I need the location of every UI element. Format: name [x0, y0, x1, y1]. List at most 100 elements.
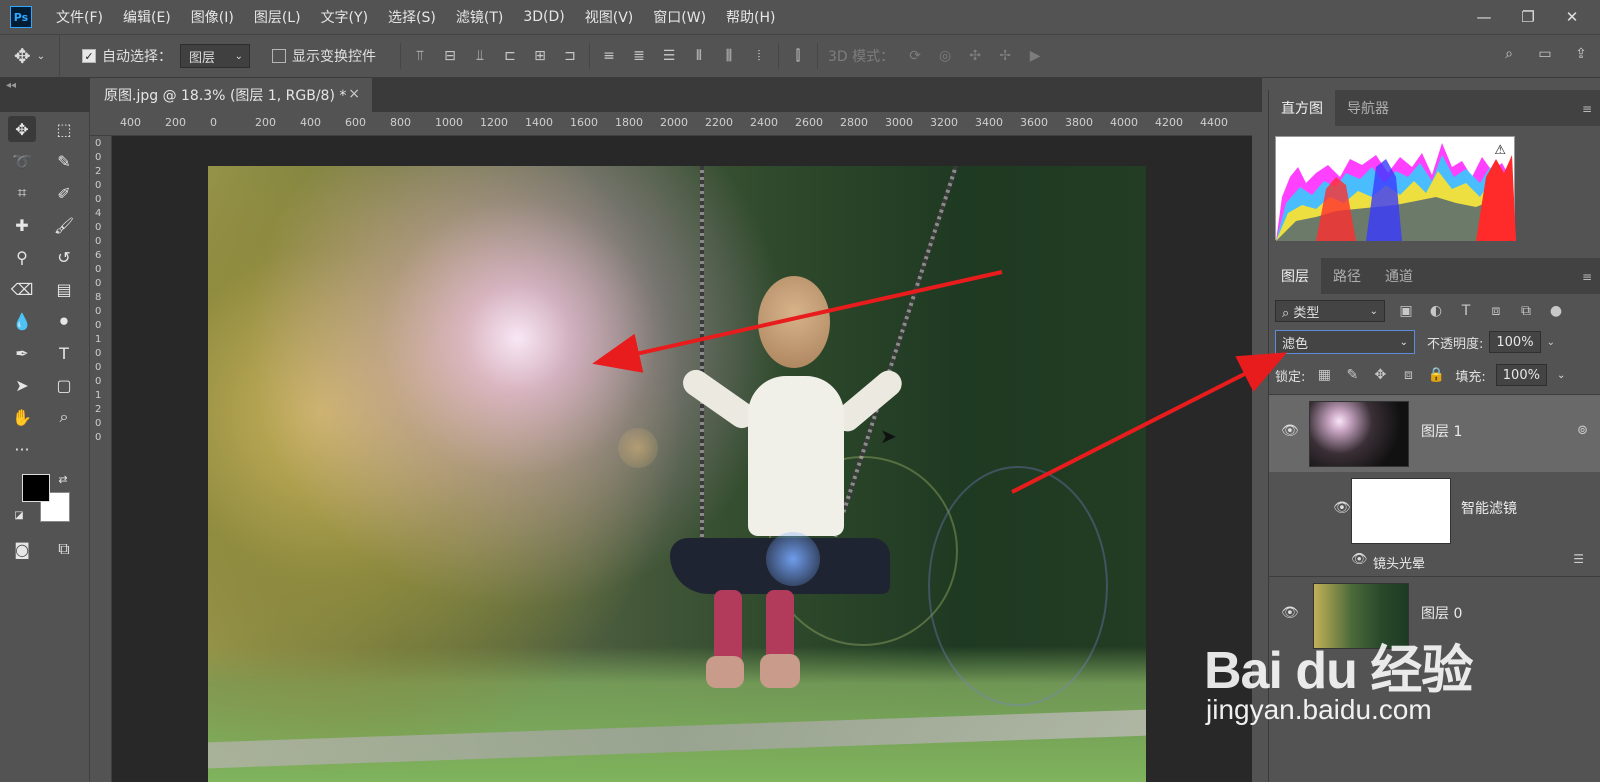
blend-mode-select[interactable]: 滤色 ⌄ — [1275, 330, 1415, 354]
document-tab[interactable]: 原图.jpg @ 18.3% (图层 1, RGB/8) * × — [90, 78, 372, 112]
filter-type-icon[interactable]: T — [1457, 302, 1475, 320]
tab-histogram[interactable]: 直方图 — [1269, 90, 1335, 126]
eraser-tool-icon[interactable]: ⌫ — [8, 276, 36, 302]
tab-channels[interactable]: 通道 — [1373, 258, 1425, 294]
minimize-icon[interactable]: — — [1462, 0, 1506, 34]
auto-align-icon[interactable]: ⫿ — [789, 47, 807, 65]
lock-paint-icon[interactable]: ✎ — [1343, 366, 1361, 384]
fill-chevron-icon[interactable]: ⌄ — [1557, 370, 1565, 381]
filter-options-icon[interactable]: ☰ — [1573, 552, 1584, 566]
menu-image[interactable]: 图像(I) — [191, 7, 234, 27]
clone-stamp-icon[interactable]: ⚲ — [8, 244, 36, 270]
workspace-icon[interactable]: ▭ — [1536, 45, 1554, 63]
lock-artboard-icon[interactable]: ⧈ — [1399, 366, 1417, 384]
close-window-icon[interactable]: ✕ — [1550, 0, 1594, 34]
restore-icon[interactable]: ❐ — [1506, 0, 1550, 34]
brush-tool-icon[interactable]: 🖌 — [50, 212, 78, 238]
blur-tool-icon[interactable]: 💧 — [8, 308, 36, 334]
auto-select-checkbox[interactable]: ✓ — [82, 49, 96, 63]
hand-tool-icon[interactable]: ✋ — [8, 404, 36, 430]
fill-input[interactable]: 100% — [1495, 364, 1547, 386]
tab-layers[interactable]: 图层 — [1269, 258, 1321, 294]
collapse-toolbar-icon[interactable]: ◂◂ — [6, 80, 16, 91]
type-tool-icon[interactable]: T — [50, 340, 78, 366]
crop-tool-icon[interactable]: ⌗ — [8, 180, 36, 206]
camera-3d-icon[interactable]: ▶ — [1026, 47, 1044, 65]
menu-type[interactable]: 文字(Y) — [321, 7, 368, 27]
distribute-hcenter-icon[interactable]: ⫼ — [720, 47, 738, 65]
align-top-icon[interactable]: ⫪ — [411, 47, 429, 65]
tab-paths[interactable]: 路径 — [1321, 258, 1373, 294]
default-colors-icon[interactable]: ◪ — [10, 506, 28, 524]
menu-3d[interactable]: 3D(D) — [523, 9, 564, 25]
filter-shape-icon[interactable]: ⧈ — [1487, 302, 1505, 320]
quick-mask-icon[interactable]: ◙ — [8, 536, 36, 562]
gradient-tool-icon[interactable]: ▤ — [50, 276, 78, 302]
share-icon[interactable]: ⇪ — [1572, 45, 1590, 63]
quick-select-tool-icon[interactable]: ✎ — [50, 148, 78, 174]
menu-view[interactable]: 视图(V) — [585, 7, 634, 27]
align-hcenter-icon[interactable]: ⊞ — [531, 47, 549, 65]
tab-navigator[interactable]: 导航器 — [1335, 90, 1401, 126]
visibility-eye-icon[interactable]: 👁 — [1333, 500, 1351, 516]
layer-row-1[interactable]: 👁 图层 1 ⊚ — [1269, 394, 1600, 472]
filter-entry-row[interactable]: 👁 镜头光晕 ☰ — [1269, 548, 1600, 576]
close-icon[interactable]: × — [348, 86, 360, 102]
lock-position-icon[interactable]: ✥ — [1371, 366, 1389, 384]
visibility-eye-icon[interactable]: 👁 — [1281, 423, 1299, 439]
opacity-chevron-icon[interactable]: ⌄ — [1547, 337, 1555, 348]
marquee-tool-icon[interactable]: ⬚ — [50, 116, 78, 142]
smart-object-icon[interactable]: ⊚ — [1577, 423, 1588, 438]
auto-select-dropdown[interactable]: 图层 ⌄ — [180, 44, 250, 68]
warning-icon[interactable]: ⚠ — [1494, 143, 1506, 158]
layer-filter-select[interactable]: ⌕ 类型 ⌄ — [1275, 300, 1385, 322]
filter-pixel-icon[interactable]: ▣ — [1397, 302, 1415, 320]
dodge-tool-icon[interactable]: ⚫ — [50, 308, 78, 334]
filter-adjust-icon[interactable]: ◐ — [1427, 302, 1445, 320]
swap-colors-icon[interactable]: ⇄ — [54, 470, 72, 488]
align-bottom-icon[interactable]: ⫫ — [471, 47, 489, 65]
distribute-bottom-icon[interactable]: ☰ — [660, 47, 678, 65]
shape-tool-icon[interactable]: ▢ — [50, 372, 78, 398]
canvas-image[interactable] — [208, 166, 1146, 782]
panel-menu-icon[interactable]: ≡ — [1582, 102, 1592, 116]
more-tools-icon[interactable]: ··· — [8, 436, 36, 462]
menu-file[interactable]: 文件(F) — [56, 7, 103, 27]
healing-brush-icon[interactable]: ✚ — [8, 212, 36, 238]
filter-toggle-icon[interactable]: ● — [1547, 302, 1565, 320]
foreground-color-swatch[interactable] — [22, 474, 50, 502]
pen-tool-icon[interactable]: ✒ — [8, 340, 36, 366]
distribute-top-icon[interactable]: ≡ — [600, 47, 618, 65]
menu-edit[interactable]: 编辑(E) — [123, 7, 171, 27]
menu-layer[interactable]: 图层(L) — [254, 7, 301, 27]
distribute-vcenter-icon[interactable]: ≣ — [630, 47, 648, 65]
drag-3d-icon[interactable]: ✣ — [966, 47, 984, 65]
lock-all-icon[interactable]: 🔒 — [1427, 366, 1445, 384]
opacity-input[interactable]: 100% — [1489, 331, 1541, 353]
align-right-icon[interactable]: ⊐ — [561, 47, 579, 65]
smart-filter-row[interactable]: 👁 智能滤镜 — [1269, 472, 1600, 548]
distribute-left-icon[interactable]: ⦀ — [690, 47, 708, 65]
search-icon[interactable]: ⌕ — [1500, 45, 1518, 63]
history-brush-icon[interactable]: ↺ — [50, 244, 78, 270]
visibility-eye-icon[interactable]: 👁 — [1351, 552, 1368, 567]
lasso-tool-icon[interactable]: ➰ — [8, 148, 36, 174]
visibility-eye-icon[interactable]: 👁 — [1281, 605, 1299, 621]
menu-window[interactable]: 窗口(W) — [653, 7, 706, 27]
slide-3d-icon[interactable]: ✢ — [996, 47, 1014, 65]
align-left-icon[interactable]: ⊏ — [501, 47, 519, 65]
move-tool-icon[interactable]: ✥ — [8, 116, 36, 142]
eyedropper-tool-icon[interactable]: ✐ — [50, 180, 78, 206]
screen-mode-icon[interactable]: ⧉ — [50, 536, 78, 562]
menu-filter[interactable]: 滤镜(T) — [456, 7, 503, 27]
layers-panel-menu-icon[interactable]: ≡ — [1582, 270, 1592, 284]
distribute-right-icon[interactable]: ⦙ — [750, 47, 768, 65]
move-tool-preset-icon[interactable]: ✥ ⌄ — [0, 34, 60, 78]
zoom-tool-icon[interactable]: ⌕ — [50, 404, 78, 430]
lock-transparency-icon[interactable]: ▦ — [1315, 366, 1333, 384]
orbit-3d-icon[interactable]: ⟳ — [906, 47, 924, 65]
path-select-icon[interactable]: ➤ — [8, 372, 36, 398]
roll-3d-icon[interactable]: ◎ — [936, 47, 954, 65]
filter-smart-icon[interactable]: ⧉ — [1517, 302, 1535, 320]
menu-select[interactable]: 选择(S) — [388, 7, 436, 27]
